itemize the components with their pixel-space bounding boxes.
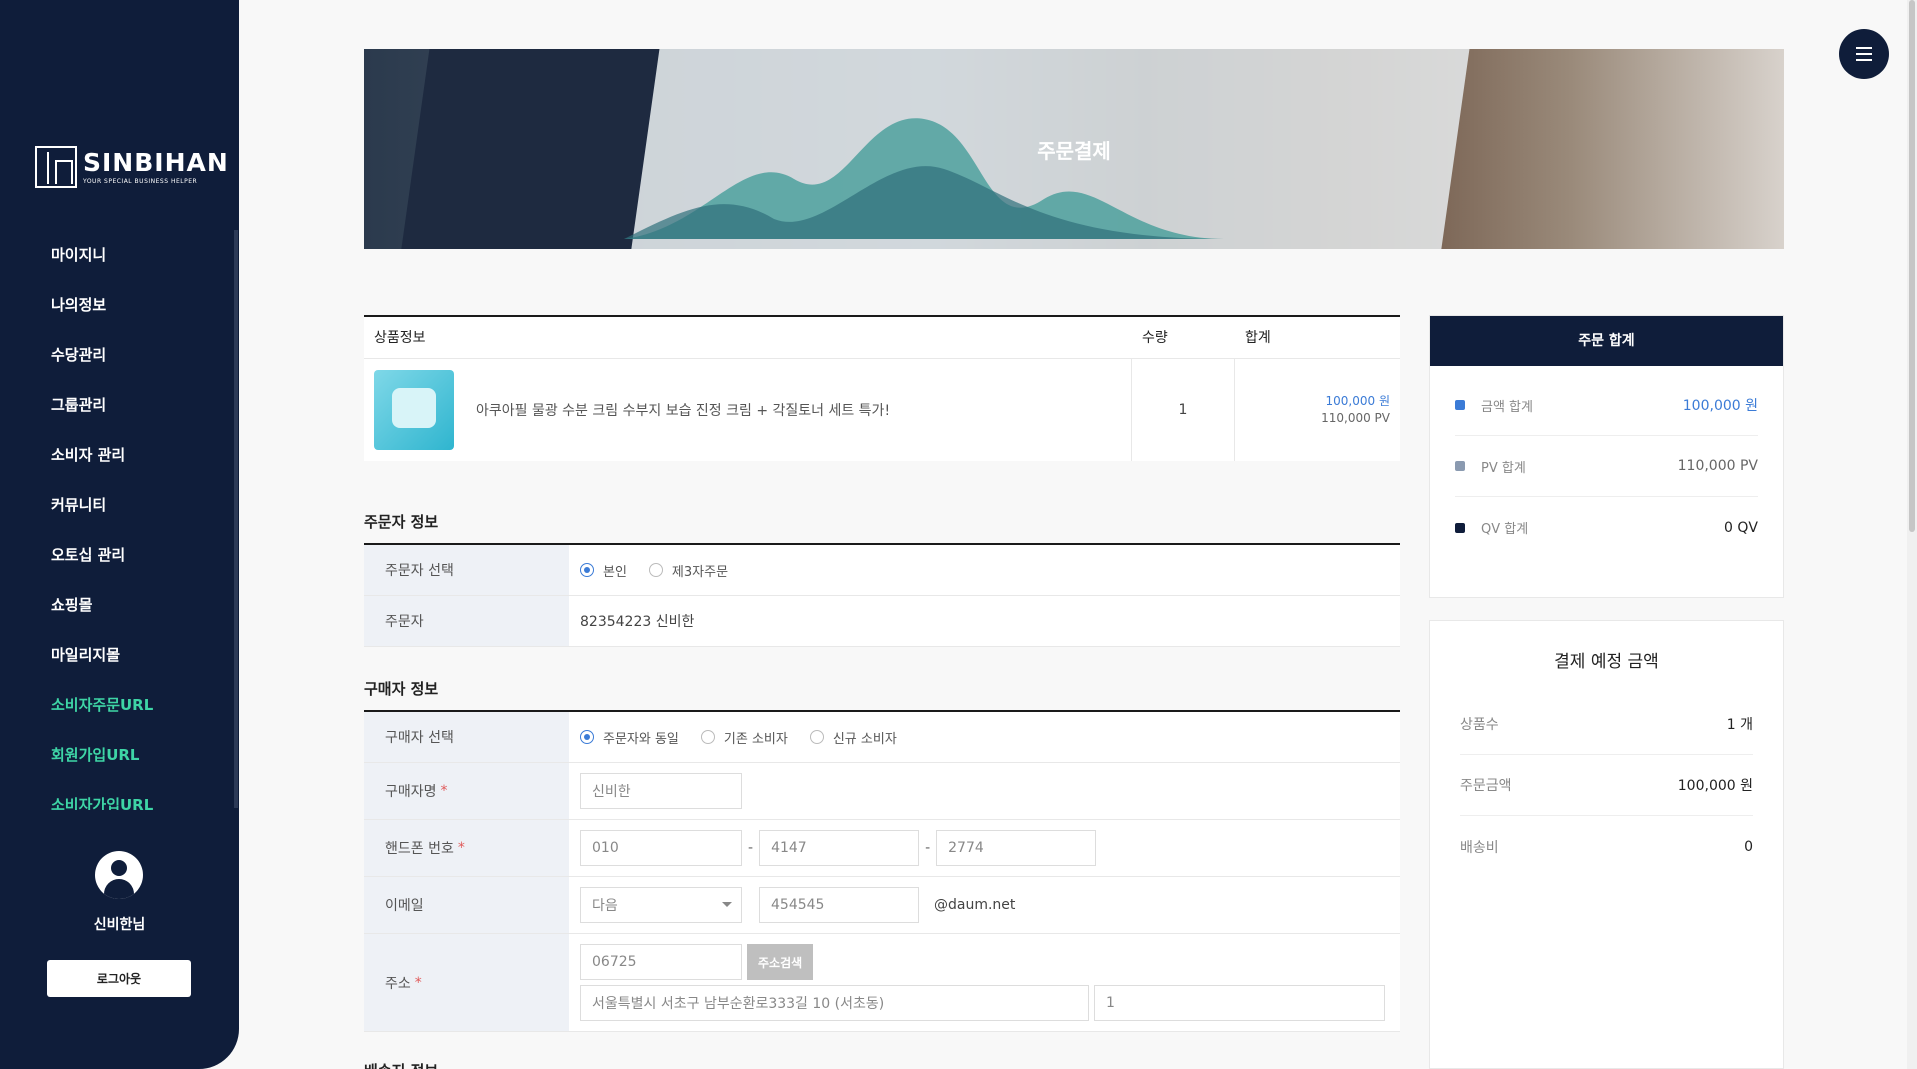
logo[interactable]: SINBIHAN YOUR SPECIAL BUSINESS HELPER	[35, 146, 229, 188]
buyer-name-input[interactable]	[580, 773, 742, 809]
product-pv: 110,000 PV	[1321, 411, 1390, 425]
pv-dot-icon	[1455, 461, 1465, 471]
amount-dot-icon	[1455, 400, 1465, 410]
address-search-button[interactable]: 주소검색	[747, 944, 814, 980]
phone-middle-input[interactable]	[759, 830, 920, 866]
hamburger-menu-icon[interactable]	[1839, 29, 1889, 79]
required-mark: *	[414, 974, 422, 991]
logout-button[interactable]: 로그아웃	[47, 960, 191, 997]
sidebar: SINBIHAN YOUR SPECIAL BUSINESS HELPER 마이…	[0, 0, 239, 1069]
order-summary-title: 주문 합계	[1430, 316, 1783, 366]
buyer-name-label: 구매자명	[385, 784, 437, 800]
sidebar-scrollbar[interactable]	[234, 230, 238, 808]
buyer-select-label: 구매자 선택	[364, 712, 569, 762]
nav-item-community[interactable]: 커뮤니티	[0, 480, 235, 530]
orderer-name-row: 주문자 82354223 신비한	[364, 596, 1400, 647]
buyer-form: 구매자 선택 주문자와 동일 기존 소비자 신규 소비자 구매자명* 핸드폰 번…	[364, 710, 1400, 1032]
page-title: 주문결제	[1037, 139, 1111, 163]
email-provider-value[interactable]	[580, 887, 742, 923]
required-mark: *	[440, 783, 448, 799]
sidebar-nav: 마이지니 나의정보 수당관리 그룹관리 소비자 관리 커뮤니티 오토십 관리 쇼…	[0, 230, 235, 810]
nav-item-consumer[interactable]: 소비자 관리	[0, 430, 235, 480]
page-banner: 주문결제	[364, 49, 1784, 249]
buyer-address-row: 주소* 주소검색	[364, 934, 1400, 1032]
zip-code-input[interactable]	[580, 944, 742, 980]
required-mark: *	[457, 840, 465, 856]
payment-shipping-row: 배송비 0	[1460, 838, 1753, 856]
page-scrollbar[interactable]	[1907, 0, 1917, 1069]
payment-panel: 결제 예정 금액 상품수 1 개 주문금액 100,000 원 배송비 0	[1429, 620, 1784, 1069]
nav-item-signup-url[interactable]: 회원가입URL	[0, 730, 235, 780]
header-total: 합계	[1245, 330, 1271, 346]
phone-last-input[interactable]	[936, 830, 1097, 866]
address-line2-input[interactable]	[1094, 985, 1385, 1021]
product-table: 상품정보 수량 합계 아쿠아필 물광 수분 크림 수부지 보습 진정 크림 + …	[364, 315, 1400, 461]
address-line1-input[interactable]	[580, 985, 1089, 1021]
nav-item-autoship[interactable]: 오토십 관리	[0, 530, 235, 580]
table-row: 아쿠아필 물광 수분 크림 수부지 보습 진정 크림 + 각질토너 세트 특가!…	[364, 359, 1400, 461]
shipping-section-title: 배송지 정보	[364, 1060, 438, 1069]
summary-qv-row: QV 합계 0 QV	[1455, 497, 1758, 558]
email-provider-select[interactable]	[580, 887, 742, 923]
nav-item-consumer-signup-url[interactable]: 소비자가입URL	[0, 780, 235, 810]
buyer-name-row: 구매자명 *	[364, 763, 1400, 820]
orderer-name-value: 82354223 신비한	[580, 614, 695, 630]
brand-tagline: YOUR SPECIAL BUSINESS HELPER	[83, 177, 198, 185]
email-id-input[interactable]	[759, 887, 919, 923]
buyer-section-title: 구매자 정보	[364, 680, 439, 698]
nav-item-my-info[interactable]: 나의정보	[0, 280, 235, 330]
buyer-address-label: 주소	[385, 975, 411, 992]
orderer-section-title: 주문자 정보	[364, 513, 439, 531]
orderer-name-label: 주문자	[364, 596, 569, 646]
nav-item-allowance[interactable]: 수당관리	[0, 330, 235, 380]
buyer-phone-row: 핸드폰 번호* - -	[364, 820, 1400, 877]
orderer-select-row: 주문자 선택 본인 제3자주문	[364, 545, 1400, 596]
summary-amount-row: 금액 합계 100,000 원	[1455, 375, 1758, 436]
banner-chart-image	[624, 118, 1224, 239]
avatar-icon	[95, 851, 143, 899]
radio-buyer-same[interactable]: 주문자와 동일	[580, 728, 679, 747]
product-table-header: 상품정보 수량 합계	[364, 317, 1400, 359]
product-quantity: 1	[1132, 359, 1235, 461]
brand-name: SINBIHAN	[83, 147, 229, 177]
profile-name: 신비한님	[93, 917, 146, 933]
nav-item-group[interactable]: 그룹관리	[0, 380, 235, 430]
radio-buyer-new[interactable]: 신규 소비자	[809, 728, 897, 747]
nav-item-mileage[interactable]: 마일리지몰	[0, 630, 235, 680]
email-domain: @daum.net	[934, 897, 1016, 913]
payment-item-count-row: 상품수 1 개	[1460, 694, 1753, 755]
buyer-phone-label: 핸드폰 번호	[385, 841, 454, 857]
nav-item-consumer-order-url[interactable]: 소비자주문URL	[0, 680, 235, 730]
orderer-form: 주문자 선택 본인 제3자주문 주문자 82354223 신비한	[364, 543, 1400, 647]
phone-prefix-input[interactable]	[580, 830, 742, 866]
radio-orderer-self[interactable]: 본인	[580, 561, 627, 580]
payment-order-amount-row: 주문금액 100,000 원	[1460, 755, 1753, 816]
radio-orderer-third-party[interactable]: 제3자주문	[648, 561, 728, 580]
nav-item-myjini[interactable]: 마이지니	[0, 230, 235, 280]
header-quantity: 수량	[1142, 330, 1168, 346]
buyer-email-row: 이메일 @daum.net	[364, 877, 1400, 934]
header-product-info: 상품정보	[374, 330, 426, 346]
radio-buyer-existing[interactable]: 기존 소비자	[700, 728, 788, 747]
product-name[interactable]: 아쿠아필 물광 수분 크림 수부지 보습 진정 크림 + 각질토너 세트 특가!	[476, 400, 890, 420]
order-summary-panel: 주문 합계 금액 합계 100,000 원 PV 합계 110,000 PV Q…	[1429, 315, 1784, 598]
buyer-select-row: 구매자 선택 주문자와 동일 기존 소비자 신규 소비자	[364, 712, 1400, 763]
product-thumbnail[interactable]	[374, 370, 454, 450]
payment-title: 결제 예정 금액	[1554, 652, 1659, 672]
nav-item-shop[interactable]: 쇼핑몰	[0, 580, 235, 630]
product-price: 100,000 원	[1325, 394, 1390, 408]
buyer-email-label: 이메일	[364, 877, 569, 933]
logo-mark-icon	[35, 146, 77, 188]
summary-pv-row: PV 합계 110,000 PV	[1455, 436, 1758, 497]
qv-dot-icon	[1455, 522, 1465, 533]
orderer-select-label: 주문자 선택	[364, 545, 569, 595]
